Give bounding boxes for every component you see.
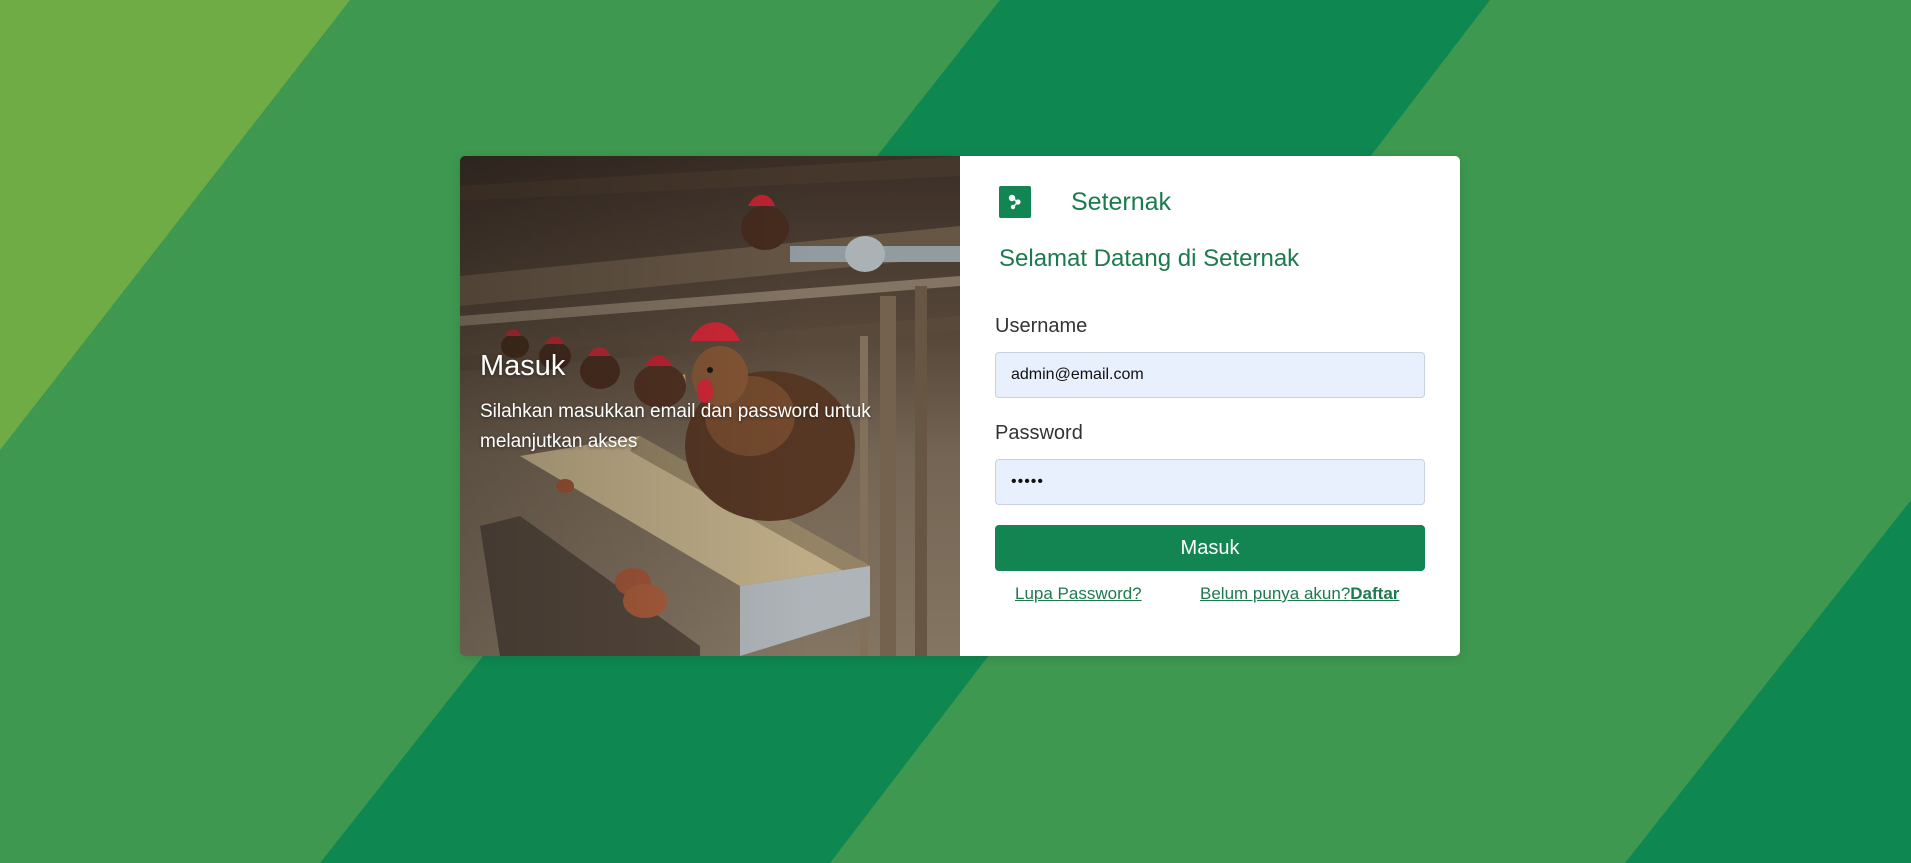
photo-subtitle: Silahkan masukkan email dan password unt…: [480, 401, 871, 452]
welcome-heading: Selamat Datang di Seternak: [999, 245, 1300, 272]
brand-name: Seternak: [1071, 187, 1172, 216]
username-label: Username: [995, 315, 1088, 337]
password-input[interactable]: [995, 459, 1425, 505]
brand-header: Seternak: [999, 186, 1171, 218]
photo-title: Masuk: [480, 350, 566, 382]
register-link[interactable]: Belum punya akun?Daftar: [1200, 584, 1399, 604]
login-button[interactable]: Masuk: [995, 525, 1425, 571]
seternak-logo-icon: [999, 186, 1031, 218]
password-label: Password: [995, 422, 1083, 444]
photo-caption: Masuk Silahkan masukkan email dan passwo…: [480, 350, 920, 457]
register-link-label: Daftar: [1350, 584, 1400, 603]
login-form-panel: Seternak Selamat Datang di Seternak User…: [960, 156, 1460, 656]
username-input[interactable]: [995, 352, 1425, 398]
login-card: Masuk Silahkan masukkan email dan passwo…: [460, 156, 1460, 656]
forgot-password-link[interactable]: Lupa Password?: [1015, 584, 1142, 604]
register-prompt: Belum punya akun?: [1200, 584, 1351, 603]
chicken-farm-photo: Masuk Silahkan masukkan email dan passwo…: [460, 156, 960, 656]
